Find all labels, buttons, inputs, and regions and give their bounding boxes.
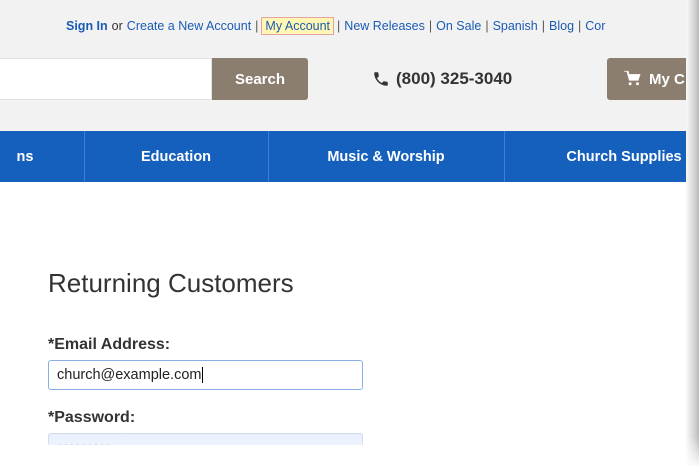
password-label: *Password: (48, 409, 136, 426)
blog-link[interactable]: Blog (549, 19, 574, 33)
email-label: *Email Address: (48, 336, 171, 353)
header: Search (800) 325-3040 My C (0, 50, 686, 132)
top-links-row: Sign In or Create a New Account | My Account… (66, 17, 605, 35)
email-field[interactable]: church@example.com (48, 360, 363, 390)
top-links-bar: Sign In or Create a New Account | My Account… (0, 0, 686, 50)
email-value: church@example.com (57, 367, 202, 383)
separator: | (428, 19, 433, 33)
or-text: or (111, 19, 123, 33)
my-account-link[interactable]: My Account (261, 17, 335, 35)
search-button[interactable]: Search (212, 58, 308, 100)
password-field[interactable]: ••••••••• (48, 433, 363, 445)
page: Sign In or Create a New Account | My Account… (0, 0, 686, 445)
phone-icon (374, 72, 388, 86)
separator: | (255, 19, 259, 33)
nav-item-music-worship[interactable]: Music & Worship (268, 131, 504, 182)
main-nav: ns Education Music & Worship Church Supp… (0, 131, 686, 182)
text-caret (202, 367, 204, 383)
search-input[interactable] (0, 58, 212, 100)
on-sale-link[interactable]: On Sale (436, 19, 481, 33)
separator: | (541, 19, 545, 33)
returning-customers-heading: Returning Customers (48, 268, 294, 298)
separator: | (578, 19, 582, 33)
separator: | (485, 19, 489, 33)
phone-text: (800) 325-3040 (396, 69, 513, 88)
password-value: ••••••••• (57, 440, 112, 445)
nav-item-church-supplies[interactable]: Church Supplies (504, 131, 686, 182)
contact-link[interactable]: Cor (585, 19, 605, 33)
new-releases-link[interactable]: New Releases (344, 19, 425, 33)
cart-icon (624, 70, 641, 86)
edge-shadow (685, 0, 699, 466)
spanish-link[interactable]: Spanish (493, 19, 538, 33)
create-account-link[interactable]: Create a New Account (127, 19, 251, 33)
cart-label: My C (649, 70, 685, 88)
cart-button[interactable]: My C (607, 58, 686, 100)
sign-in-link[interactable]: Sign In (66, 19, 108, 33)
phone-number: (800) 325-3040 (372, 69, 512, 89)
nav-item-partial[interactable]: ns (0, 131, 50, 182)
separator: | (337, 19, 341, 33)
nav-item-education[interactable]: Education (84, 131, 268, 182)
